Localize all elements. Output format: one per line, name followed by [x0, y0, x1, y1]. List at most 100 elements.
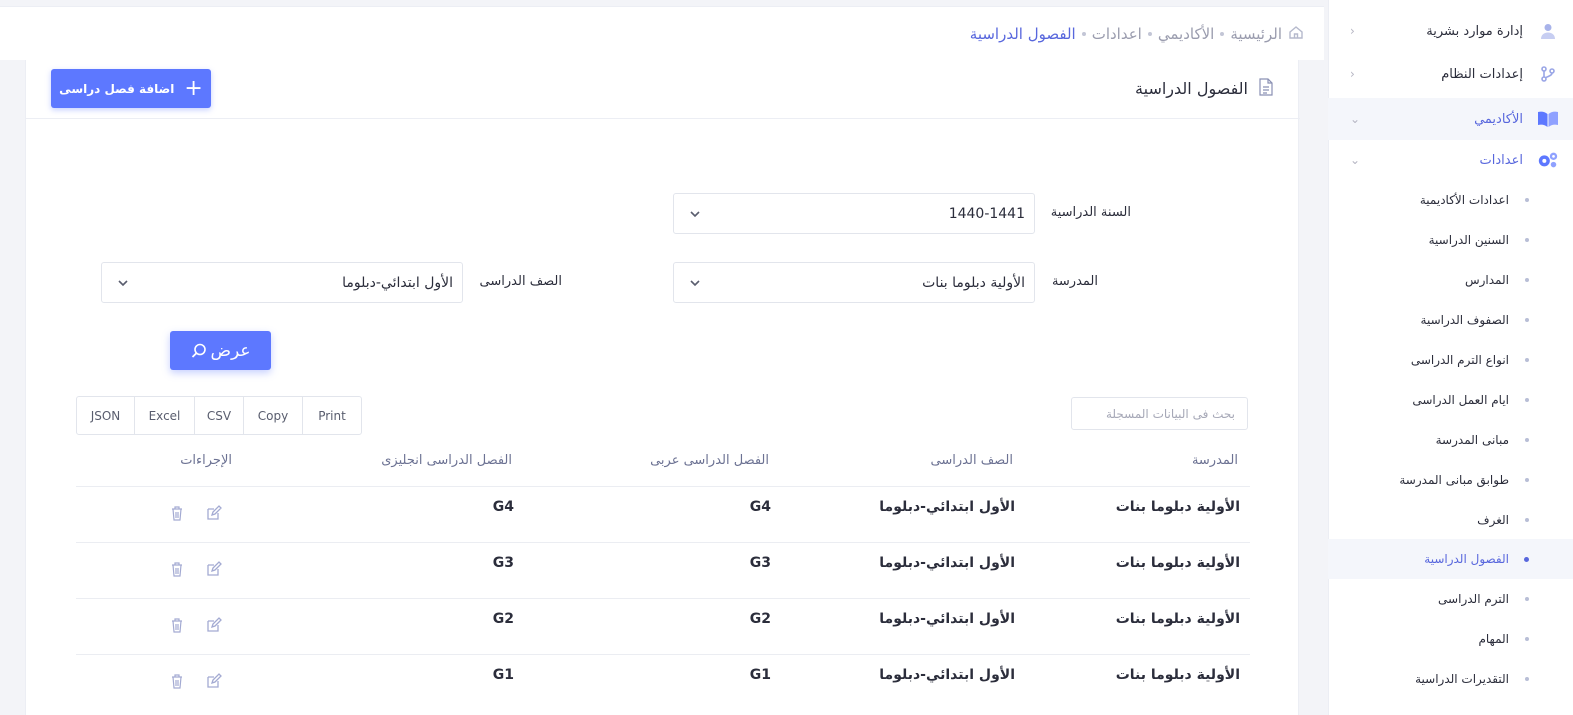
- sidebar-subitem[interactable]: السنين الدراسية: [1328, 220, 1573, 260]
- sidebar-subitem[interactable]: المدارس: [1328, 260, 1573, 300]
- print-button[interactable]: Print: [302, 397, 361, 434]
- page-title: الفصول الدراسية: [1135, 60, 1274, 117]
- breadcrumb-academic[interactable]: الأكاديمي: [1158, 25, 1214, 43]
- add-class-button[interactable]: + اضافة فصل دراسى: [51, 69, 211, 108]
- git-branch-icon: [1537, 63, 1559, 85]
- sidebar-subitem-label: التقديرات الدراسية: [1415, 672, 1509, 686]
- header-grade: الصف الدراسى: [930, 453, 1013, 468]
- cell-school: الأولية دبلوما بنات: [1115, 611, 1240, 627]
- sidebar-item-settings[interactable]: اعدادات ⌄: [1328, 140, 1573, 180]
- sidebar-subitem-label: الصفوف الدراسية: [1420, 313, 1509, 327]
- view-button[interactable]: عرض: [170, 331, 271, 370]
- sidebar-item-label: إعدادات النظام: [1441, 66, 1523, 82]
- sidebar-item-system-settings[interactable]: إعدادات النظام ‹: [1328, 54, 1573, 94]
- sidebar-item-label: اعدادات: [1479, 152, 1523, 168]
- top-header: الرئيسية الأكاديمي اعدادات الفصول الدراس…: [0, 6, 1324, 60]
- cell-grade: الأول ابتدائي-دبلوما: [879, 667, 1015, 683]
- sidebar-subitem[interactable]: انواع الترم الدراسى: [1328, 340, 1573, 380]
- sidebar-subitem[interactable]: الترم الدراسى: [1328, 579, 1573, 619]
- breadcrumb: الرئيسية الأكاديمي اعدادات الفصول الدراس…: [970, 7, 1304, 61]
- view-button-label: عرض: [210, 340, 251, 361]
- page-title-text: الفصول الدراسية: [1135, 79, 1248, 98]
- bullet-icon: [1525, 438, 1529, 442]
- search-input[interactable]: [1071, 397, 1248, 430]
- sidebar-item-label: إدارة موارد بشرية: [1426, 23, 1523, 39]
- cell-school: الأولية دبلوما بنات: [1115, 667, 1240, 683]
- bullet-icon: [1525, 478, 1529, 482]
- user-icon: [1537, 20, 1559, 42]
- sidebar-item-label: الأكاديمي: [1474, 111, 1523, 127]
- sidebar-subitem-label: المهام: [1478, 632, 1509, 646]
- export-buttons: JSON Excel CSV Copy Print: [76, 396, 362, 435]
- bullet-icon: [1525, 637, 1529, 641]
- sidebar-subitem[interactable]: مبانى المدرسة: [1328, 420, 1573, 460]
- bullet-icon: [1524, 556, 1529, 562]
- bullet-icon: [1525, 398, 1529, 402]
- edit-icon[interactable]: [206, 505, 222, 521]
- table-row: الأولية دبلوما بنات الأول ابتدائي-دبلوما…: [76, 598, 1250, 654]
- excel-button[interactable]: Excel: [134, 397, 194, 434]
- breadcrumb-home[interactable]: الرئيسية: [1230, 25, 1282, 43]
- sidebar-subitem[interactable]: التقديرات الدراسية: [1328, 659, 1573, 699]
- cell-class-ar: G3: [749, 555, 771, 571]
- sidebar-subitem[interactable]: طوابق مبانى المدرسة: [1328, 460, 1573, 500]
- search-icon: [192, 343, 207, 358]
- grade-select[interactable]: الأول ابتدائي-دبلوما: [101, 262, 463, 303]
- bullet-icon: [1525, 677, 1529, 681]
- breadcrumb-settings[interactable]: اعدادات: [1092, 25, 1142, 43]
- header-class-ar: الفصل الدراسى عربى: [650, 453, 769, 468]
- sidebar-item-hr[interactable]: إدارة موارد بشرية ‹: [1328, 11, 1573, 51]
- sidebar-subitem-label: السنين الدراسية: [1428, 233, 1509, 247]
- bullet-icon: [1525, 358, 1529, 362]
- breadcrumb-separator: [1147, 32, 1152, 36]
- bullet-icon: [1525, 318, 1529, 322]
- main-card: الفصول الدراسية + اضافة فصل دراسى السنة …: [25, 60, 1300, 715]
- sidebar-subitem[interactable]: الغرف: [1328, 500, 1573, 540]
- school-select[interactable]: الأولية دبلوما بنات: [673, 262, 1035, 303]
- breadcrumb-separator: [1081, 32, 1086, 36]
- sidebar-subitem-label: الغرف: [1477, 513, 1509, 527]
- sidebar-subitem-label: مبانى المدرسة: [1435, 433, 1509, 447]
- year-label: السنة الدراسية: [1050, 205, 1131, 220]
- sidebar-subitem[interactable]: الصفوف الدراسية: [1328, 300, 1573, 340]
- breadcrumb-current: الفصول الدراسية: [969, 25, 1076, 43]
- edit-icon[interactable]: [206, 617, 222, 633]
- sidebar-subitem-label: الفصول الدراسية: [1424, 552, 1509, 566]
- chevron-down-icon: ⌄: [1350, 153, 1361, 167]
- sidebar-subitem-label: اعدادات الأكاديمية: [1419, 193, 1509, 207]
- grade-label: الصف الدراسى: [479, 274, 562, 289]
- sidebar-subitem-current[interactable]: الفصول الدراسية: [1328, 539, 1573, 579]
- delete-icon[interactable]: [169, 505, 185, 521]
- edit-icon[interactable]: [206, 673, 222, 689]
- chevron-down-icon: [690, 211, 700, 218]
- delete-icon[interactable]: [169, 673, 185, 689]
- chevron-down-icon: [690, 280, 700, 287]
- csv-button[interactable]: CSV: [194, 397, 243, 434]
- home-icon[interactable]: [1288, 24, 1304, 44]
- copy-button[interactable]: Copy: [243, 397, 302, 434]
- year-select[interactable]: 1440-1441: [673, 193, 1035, 234]
- delete-icon[interactable]: [169, 617, 185, 633]
- json-button[interactable]: JSON: [77, 397, 134, 434]
- school-select-value: الأولية دبلوما بنات: [922, 274, 1025, 291]
- cell-grade: الأول ابتدائي-دبلوما: [879, 555, 1015, 571]
- sidebar-subitem[interactable]: المهام: [1328, 619, 1573, 659]
- chevron-down-icon: [118, 280, 128, 287]
- sidebar-item-academic[interactable]: الأكاديمي ⌄: [1328, 98, 1573, 140]
- delete-icon[interactable]: [169, 561, 185, 577]
- edit-icon[interactable]: [206, 561, 222, 577]
- card-header: الفصول الدراسية + اضافة فصل دراسى: [26, 60, 1300, 119]
- sidebar-subitem-label: انواع الترم الدراسى: [1410, 353, 1509, 367]
- cell-school: الأولية دبلوما بنات: [1115, 499, 1240, 515]
- cell-class-ar: G4: [749, 499, 771, 515]
- cell-class-en: G1: [492, 667, 514, 683]
- breadcrumb-separator: [1220, 32, 1225, 36]
- cell-class-en: G4: [492, 499, 514, 515]
- sidebar: إدارة موارد بشرية ‹ إعدادات النظام ‹ الأ…: [1328, 0, 1573, 715]
- sidebar-subitem[interactable]: اعدادات الأكاديمية: [1328, 180, 1573, 220]
- chevron-left-icon: ‹: [1350, 67, 1355, 81]
- cell-class-en: G2: [492, 611, 514, 627]
- bullet-icon: [1525, 518, 1529, 522]
- cell-class-ar: G2: [749, 611, 771, 627]
- sidebar-subitem[interactable]: ايام العمل الدراسى: [1328, 380, 1573, 420]
